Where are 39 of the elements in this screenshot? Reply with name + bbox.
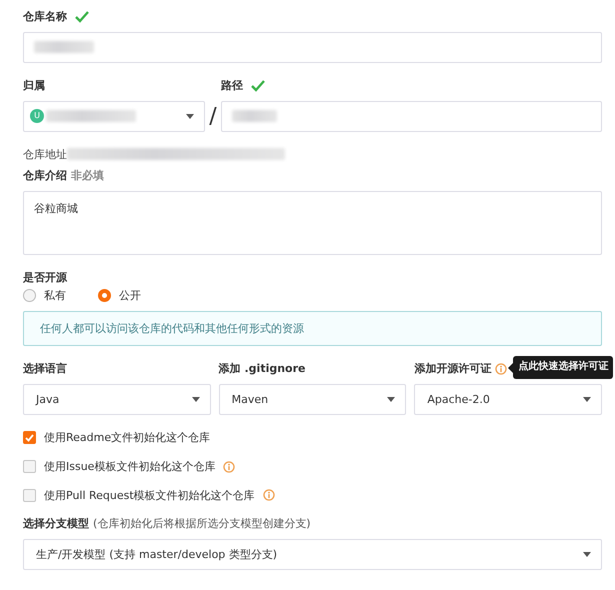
visibility-notice: 任何人都可以访问该仓库的代码和其他任何形式的资源 bbox=[23, 310, 602, 346]
tooltip-pointer bbox=[508, 362, 514, 372]
path-separator: / bbox=[208, 102, 218, 130]
checkbox-label[interactable]: 使用Issue模板文件初始化这个仓库 bbox=[44, 460, 216, 474]
path-input[interactable] bbox=[221, 100, 602, 132]
name-input[interactable] bbox=[23, 32, 602, 63]
branch-select[interactable]: 生产/开发模型 (支持 master/develop 类型分支) bbox=[23, 539, 602, 570]
checkbox[interactable] bbox=[23, 488, 36, 502]
caret-icon bbox=[583, 397, 592, 402]
caret-icon bbox=[387, 397, 396, 402]
radio-label[interactable]: 公开 bbox=[119, 288, 141, 302]
checkbox[interactable] bbox=[23, 431, 36, 444]
caret-icon bbox=[583, 552, 591, 557]
radio-icon[interactable] bbox=[23, 289, 36, 302]
radio-label[interactable]: 私有 bbox=[44, 288, 66, 302]
field-label: 仓库名称 bbox=[23, 10, 67, 24]
radio-icon[interactable] bbox=[98, 289, 111, 302]
optional-hint: 非必填 bbox=[71, 169, 104, 183]
dropdown-select[interactable]: Apache-2.0 bbox=[414, 384, 602, 415]
field-label: 仓库介绍 bbox=[23, 169, 67, 183]
checkbox[interactable] bbox=[23, 460, 36, 474]
tooltip: 点此快速选择许可证 bbox=[513, 356, 614, 379]
checkbox-label[interactable]: 使用Pull Request模板文件初始化这个仓库 bbox=[44, 488, 255, 502]
field-label: 归属 bbox=[23, 78, 45, 92]
dropdown-select[interactable]: Java bbox=[23, 384, 211, 415]
checkbox-label[interactable]: 使用Readme文件初始化这个仓库 bbox=[44, 431, 210, 445]
field-label: 选择语言 bbox=[23, 362, 67, 376]
field-label: 是否开源 bbox=[23, 271, 68, 285]
field-label: 选择分支模型 bbox=[23, 517, 89, 531]
field-label: 路径 bbox=[221, 78, 243, 92]
field-hint: (仓库初始化后将根据所选分支模型创建分支) bbox=[93, 517, 311, 531]
field-label: 添加 .gitignore bbox=[218, 362, 306, 376]
description-textarea[interactable]: 谷粒商城 bbox=[23, 191, 602, 255]
caret-icon bbox=[192, 397, 200, 402]
field-label: 添加开源许可证 bbox=[414, 362, 492, 376]
caret-icon bbox=[186, 114, 194, 118]
avatar-icon: U bbox=[30, 109, 44, 123]
address-label: 仓库地址 bbox=[23, 148, 67, 162]
dropdown-select[interactable]: Maven bbox=[218, 384, 406, 415]
